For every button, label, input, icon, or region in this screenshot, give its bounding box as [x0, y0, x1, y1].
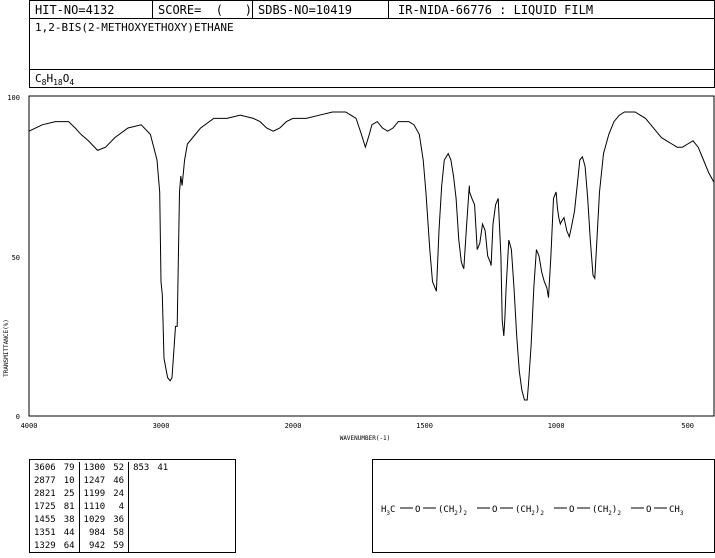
peak-wavenumber: 2821 [34, 489, 56, 499]
x-tick-label: 3000 [153, 422, 170, 430]
peak-transmittance: 52 [109, 462, 130, 475]
structural-formula: H3C O (CH2)2 O (CH2)2 O (CH2)2 O CH3 [381, 505, 684, 517]
peak-wavenumber [129, 527, 154, 540]
compound-box: 1,2-BIS(2-METHOXYETHOXY)ETHANE [29, 18, 715, 70]
plot-frame [28, 95, 715, 417]
header-divider [252, 1, 253, 19]
peak-transmittance: 36 [109, 514, 130, 527]
y-tick-label: 0 [16, 413, 20, 421]
x-tick-label: 1000 [548, 422, 565, 430]
peak-transmittance: 46 [109, 475, 130, 488]
spectrum-line [28, 111, 715, 401]
peak-transmittance [153, 475, 172, 488]
peak-wavenumber [129, 488, 154, 501]
structure-ch2-group: (CH2)2 [592, 505, 621, 517]
peak-wavenumber: 1725 [34, 502, 56, 512]
x-tick-label: 2000 [285, 422, 302, 430]
structure-ch2-group: (CH2)2 [515, 505, 544, 517]
peak-transmittance [153, 501, 172, 514]
peak-wavenumber [129, 475, 154, 488]
peak-transmittance: 24 [109, 488, 130, 501]
peak-wavenumber: 1199 [83, 489, 106, 499]
molecular-formula: C8H18O4 [35, 72, 75, 88]
peak-wavenumber [129, 501, 154, 514]
y-tick-label: 50 [12, 254, 20, 262]
peak-row: 1329 64 942 59 [30, 540, 172, 553]
structure-box: H3C O (CH2)2 O (CH2)2 O (CH2)2 O CH3 [372, 459, 715, 553]
structure-oxygen: O [569, 505, 574, 515]
peak-transmittance: 4 [109, 501, 130, 514]
peak-transmittance: 41 [157, 463, 169, 473]
peak-transmittance: 25 [59, 488, 80, 501]
peak-wavenumber [129, 540, 154, 553]
peak-wavenumber: 1329 [34, 541, 56, 551]
structure-ch2-group: (CH2)2 [438, 505, 467, 517]
structure-oxygen: O [492, 505, 497, 515]
peak-transmittance: 44 [59, 527, 80, 540]
peak-transmittance [153, 527, 172, 540]
peak-table-box: 3606 79 1300 52 853 41 2877 10 1247 46 2821 25 1199 2… [29, 459, 236, 553]
header-divider [388, 1, 389, 19]
peak-row: 2877 10 1247 46 [30, 475, 172, 488]
header-divider [152, 1, 153, 19]
peak-transmittance: 10 [59, 475, 80, 488]
peak-transmittance: 79 [59, 462, 80, 475]
peak-wavenumber: 1247 [83, 476, 106, 486]
peak-transmittance [153, 540, 172, 553]
structure-h3c: H3C [381, 505, 395, 517]
structure-oxygen: O [646, 505, 651, 515]
hit-number: HIT-NO=4132 [35, 3, 115, 17]
peak-transmittance [153, 488, 172, 501]
peak-wavenumber: 1110 [83, 502, 106, 512]
structure-oxygen: O [415, 505, 420, 515]
compound-name: 1,2-BIS(2-METHOXYETHOXY)ETHANE [35, 21, 234, 34]
header-bar: HIT-NO=4132 SCORE= ( ) SDBS-NO=10419 IR-… [29, 0, 715, 19]
peak-row: 3606 79 1300 52 853 41 [30, 462, 172, 475]
y-tick-label: 100 [7, 94, 20, 102]
peak-row: 1725 81 1110 4 [30, 501, 172, 514]
structure-ch3: CH3 [669, 505, 684, 517]
peak-transmittance: 64 [59, 540, 80, 553]
peak-row: 2821 25 1199 24 [30, 488, 172, 501]
peak-wavenumber: 1455 [34, 515, 56, 525]
peak-table: 3606 79 1300 52 853 41 2877 10 1247 46 2821 25 1199 2… [30, 462, 172, 553]
sdbs-number: SDBS-NO=10419 [258, 3, 352, 17]
x-axis-label: WAVENUMBER(-1) [340, 435, 391, 442]
peak-wavenumber [129, 514, 154, 527]
peak-wavenumber: 1300 [83, 463, 106, 473]
peak-wavenumber: 1351 [34, 528, 56, 538]
peak-wavenumber: 942 [88, 541, 106, 551]
peak-wavenumber: 2877 [34, 476, 56, 486]
ir-method: IR-NIDA-66776 : LIQUID FILM [398, 3, 594, 17]
score: SCORE= ( ) [158, 3, 252, 17]
peak-transmittance: 81 [59, 501, 80, 514]
formula-box: C8H18O4 [29, 69, 715, 88]
x-axis-ticks: 4000 3000 2000 1500 1000 500 [21, 422, 694, 430]
peak-transmittance [153, 514, 172, 527]
x-tick-label: 500 [681, 422, 694, 430]
peak-wavenumber: 3606 [34, 463, 56, 473]
peak-transmittance: 58 [109, 527, 130, 540]
peak-row: 1455 38 1029 36 [30, 514, 172, 527]
peak-wavenumber: 1029 [83, 515, 106, 525]
peak-wavenumber: 853 [133, 463, 150, 473]
peak-wavenumber: 984 [88, 528, 106, 538]
peak-transmittance: 59 [109, 540, 130, 553]
x-tick-label: 4000 [21, 422, 38, 430]
peak-transmittance: 38 [59, 514, 80, 527]
x-tick-label: 1500 [416, 422, 433, 430]
peak-row: 1351 44 984 58 [30, 527, 172, 540]
y-axis-label: TRANSMITTANCE(%) [3, 319, 10, 377]
